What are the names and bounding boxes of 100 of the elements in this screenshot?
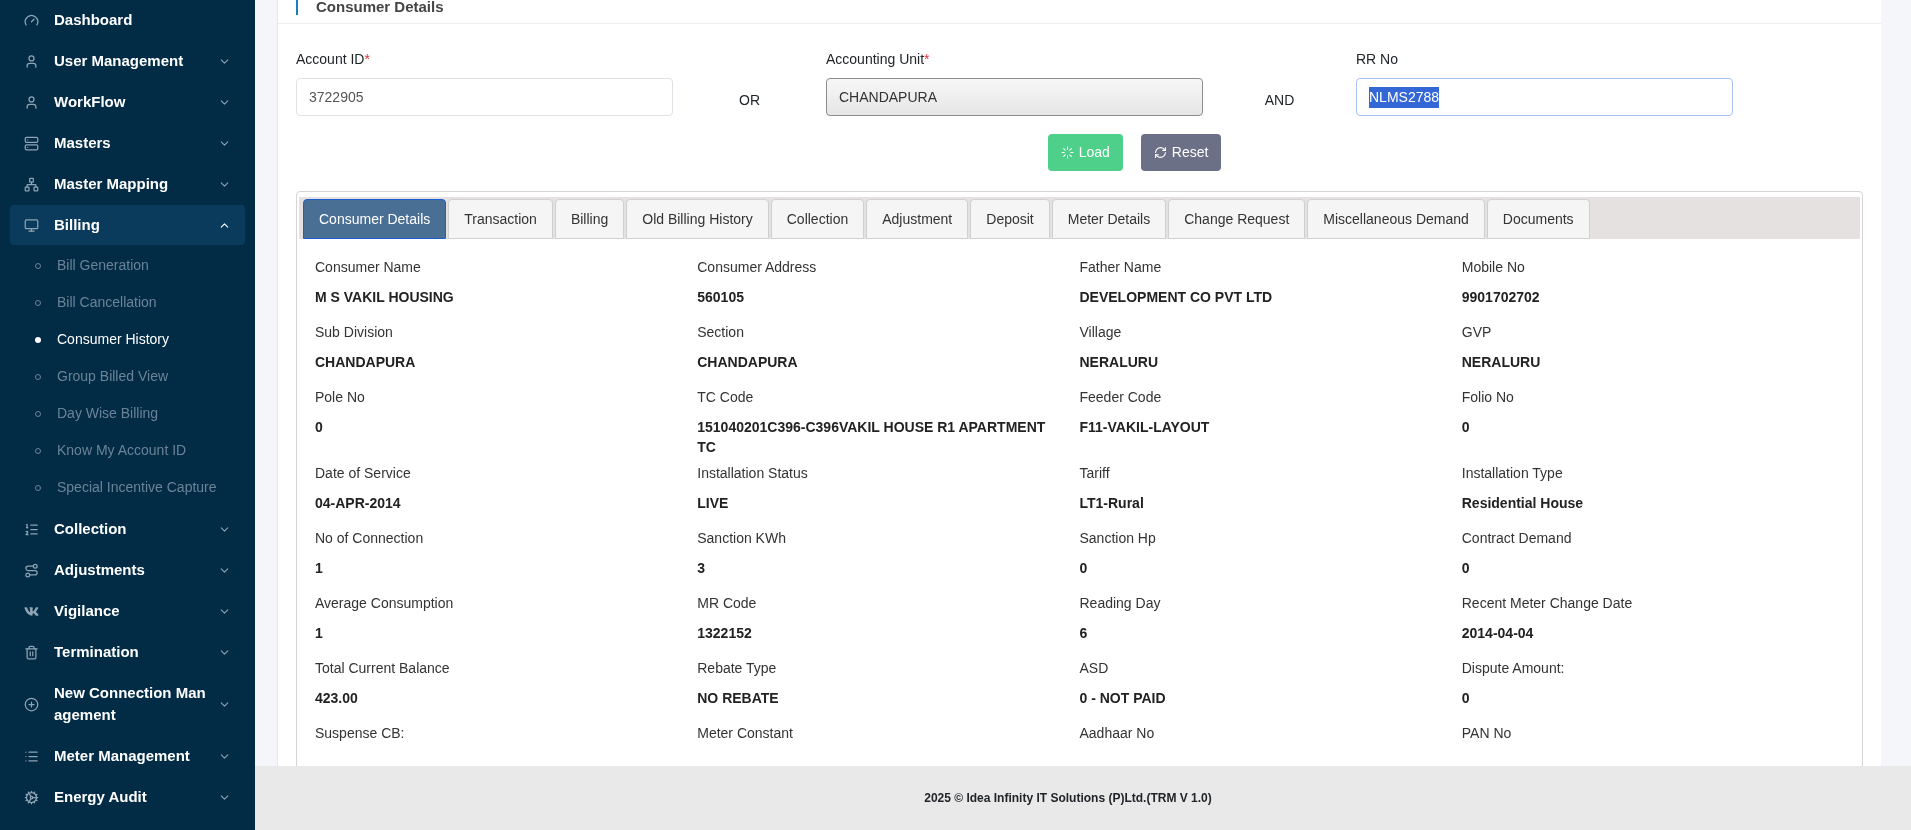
bullet-icon <box>35 336 41 343</box>
submenu-item[interactable]: Bill Generation <box>0 247 255 284</box>
sidebar-item[interactable]: WorkFlow <box>10 82 245 122</box>
list-icon <box>24 748 39 764</box>
detail-value: 151040201C396-C396VAKIL HOUSE R1 APARTMENT TC <box>697 418 1047 457</box>
detail-value: 560105 <box>697 288 745 307</box>
tab[interactable]: Collection <box>770 199 865 239</box>
detail-value: 0 <box>1461 689 1471 708</box>
sidebar-item[interactable]: Vigilance <box>10 591 245 631</box>
tab[interactable]: Billing <box>554 199 625 239</box>
refresh-icon <box>1153 146 1167 159</box>
detail-value: LIVE <box>697 494 730 513</box>
detail-label: Meter Constant <box>697 724 794 742</box>
detail-label: Village <box>1079 323 1123 341</box>
sidebar-item[interactable]: Adjustments <box>10 550 245 590</box>
detail-value: F11-VAKIL-LAYOUT <box>1079 418 1211 437</box>
detail-label: Consumer Name <box>315 258 422 276</box>
detail-value: NERALURU <box>1079 353 1160 372</box>
detail-label: Father Name <box>1079 258 1163 276</box>
detail-label: Total Current Balance <box>315 659 451 677</box>
tab[interactable]: Documents <box>1486 199 1590 239</box>
field-label: RR No <box>1356 50 1399 69</box>
tab[interactable]: Consumer Details <box>303 199 447 239</box>
input-field[interactable]: 3722905 <box>296 78 673 116</box>
input-field[interactable]: NLMS2788 <box>1356 78 1733 116</box>
connector-text: OR <box>739 91 760 110</box>
detail-value: 1 <box>315 559 324 578</box>
user-icon <box>24 53 39 69</box>
tab[interactable]: Adjustment <box>866 199 969 239</box>
detail-label: Rebate Type <box>697 659 778 677</box>
sidebar-item[interactable]: Energy Audit <box>10 777 245 817</box>
submenu-item[interactable]: Bill Cancellation <box>0 284 255 321</box>
detail-value: 3 <box>697 559 707 578</box>
detail-label: Aadhaar No <box>1079 724 1156 742</box>
detail-value: 0 <box>1461 559 1471 578</box>
detail-value: 1322152 <box>697 624 753 643</box>
sidebar-item[interactable]: Termination <box>10 632 245 672</box>
tab[interactable]: Miscellaneous Demand <box>1307 199 1485 239</box>
plus-circle-icon <box>24 696 39 712</box>
detail-label: Sub Division <box>315 323 394 341</box>
detail-value: 9901702702 <box>1461 288 1541 307</box>
sidebar-item[interactable]: Dashboard <box>10 0 245 40</box>
detail-label: Date of Service <box>315 464 412 482</box>
detail-value: 2014-04-04 <box>1461 624 1535 643</box>
detail-value: 1 <box>315 624 324 643</box>
tab[interactable]: Old Billing History <box>626 199 769 239</box>
detail-label: ASD <box>1079 659 1110 677</box>
detail-label: Reading Day <box>1079 594 1162 612</box>
sidebar-item[interactable]: New Connection Management <box>10 673 245 735</box>
sidebar-item[interactable]: Billing <box>10 205 245 245</box>
numbered-list-icon <box>24 521 39 537</box>
road-icon <box>24 562 39 578</box>
detail-label: GVP <box>1461 323 1493 341</box>
tab[interactable]: Transaction <box>448 199 553 239</box>
sidebar-item[interactable]: Collection <box>10 509 245 549</box>
tab[interactable]: Change Request <box>1168 199 1306 239</box>
copyright-text: 2025 © Idea Infinity IT Solutions (P)Ltd.(TRM V 1.0) <box>924 790 1212 807</box>
detail-label: PAN No <box>1461 724 1513 742</box>
tab[interactable]: Meter Details <box>1051 199 1167 239</box>
submenu-item[interactable]: Day Wise Billing <box>0 395 255 432</box>
detail-value: DEVELOPMENT CO PVT LTD <box>1079 288 1274 307</box>
field-label: Accounting Unit* <box>826 50 931 69</box>
detail-value: NERALURU <box>1461 353 1542 372</box>
tab[interactable]: Deposit <box>970 199 1050 239</box>
detail-label: Installation Type <box>1461 464 1564 482</box>
field-label: Account ID* <box>296 50 371 69</box>
detail-value: CHANDAPURA <box>315 353 417 372</box>
detail-label: TC Code <box>697 388 755 406</box>
submenu-item[interactable]: Group Billed View <box>0 358 255 395</box>
monitor-icon <box>24 217 39 233</box>
sidebar-item[interactable]: Meter Management <box>10 736 245 776</box>
detail-label: Section <box>697 323 745 341</box>
sidebar-item[interactable]: Master Mapping <box>10 164 245 204</box>
detail-value: 6 <box>1079 624 1089 643</box>
server-icon <box>24 135 39 151</box>
select-field[interactable]: CHANDAPURA <box>826 78 1203 116</box>
detail-label: Consumer Address <box>697 258 818 276</box>
detail-value: 423.00 <box>315 689 359 708</box>
detail-label: Contract Demand <box>1461 529 1573 547</box>
detail-value: 0 <box>315 418 324 437</box>
gauge-icon <box>24 12 39 28</box>
submenu-item[interactable]: Special Incentive Capture <box>0 469 255 506</box>
detail-label: Suspense CB: <box>315 724 406 742</box>
spinner-icon <box>1060 146 1074 159</box>
hierarchy-icon <box>24 176 39 192</box>
connector-text: AND <box>1264 91 1295 110</box>
card-title: Consumer Details <box>296 0 444 15</box>
submenu-item[interactable]: Know My Account ID <box>0 432 255 469</box>
submenu-item[interactable]: Consumer History <box>0 321 255 358</box>
detail-value: NO REBATE <box>697 689 780 708</box>
detail-value: 0 <box>1461 418 1471 437</box>
detail-value: 0 - NOT PAID <box>1079 689 1167 708</box>
detail-value: LT1-Rural <box>1079 494 1145 513</box>
sidebar-item[interactable]: User Management <box>10 41 245 81</box>
cogs-icon <box>24 789 39 805</box>
detail-value: CHANDAPURA <box>697 353 799 372</box>
detail-label: Sanction Hp <box>1079 529 1157 547</box>
sidebar-item[interactable]: Masters <box>10 123 245 163</box>
detail-label: Pole No <box>315 388 366 406</box>
reset-button[interactable]: Reset <box>1140 134 1222 171</box>
